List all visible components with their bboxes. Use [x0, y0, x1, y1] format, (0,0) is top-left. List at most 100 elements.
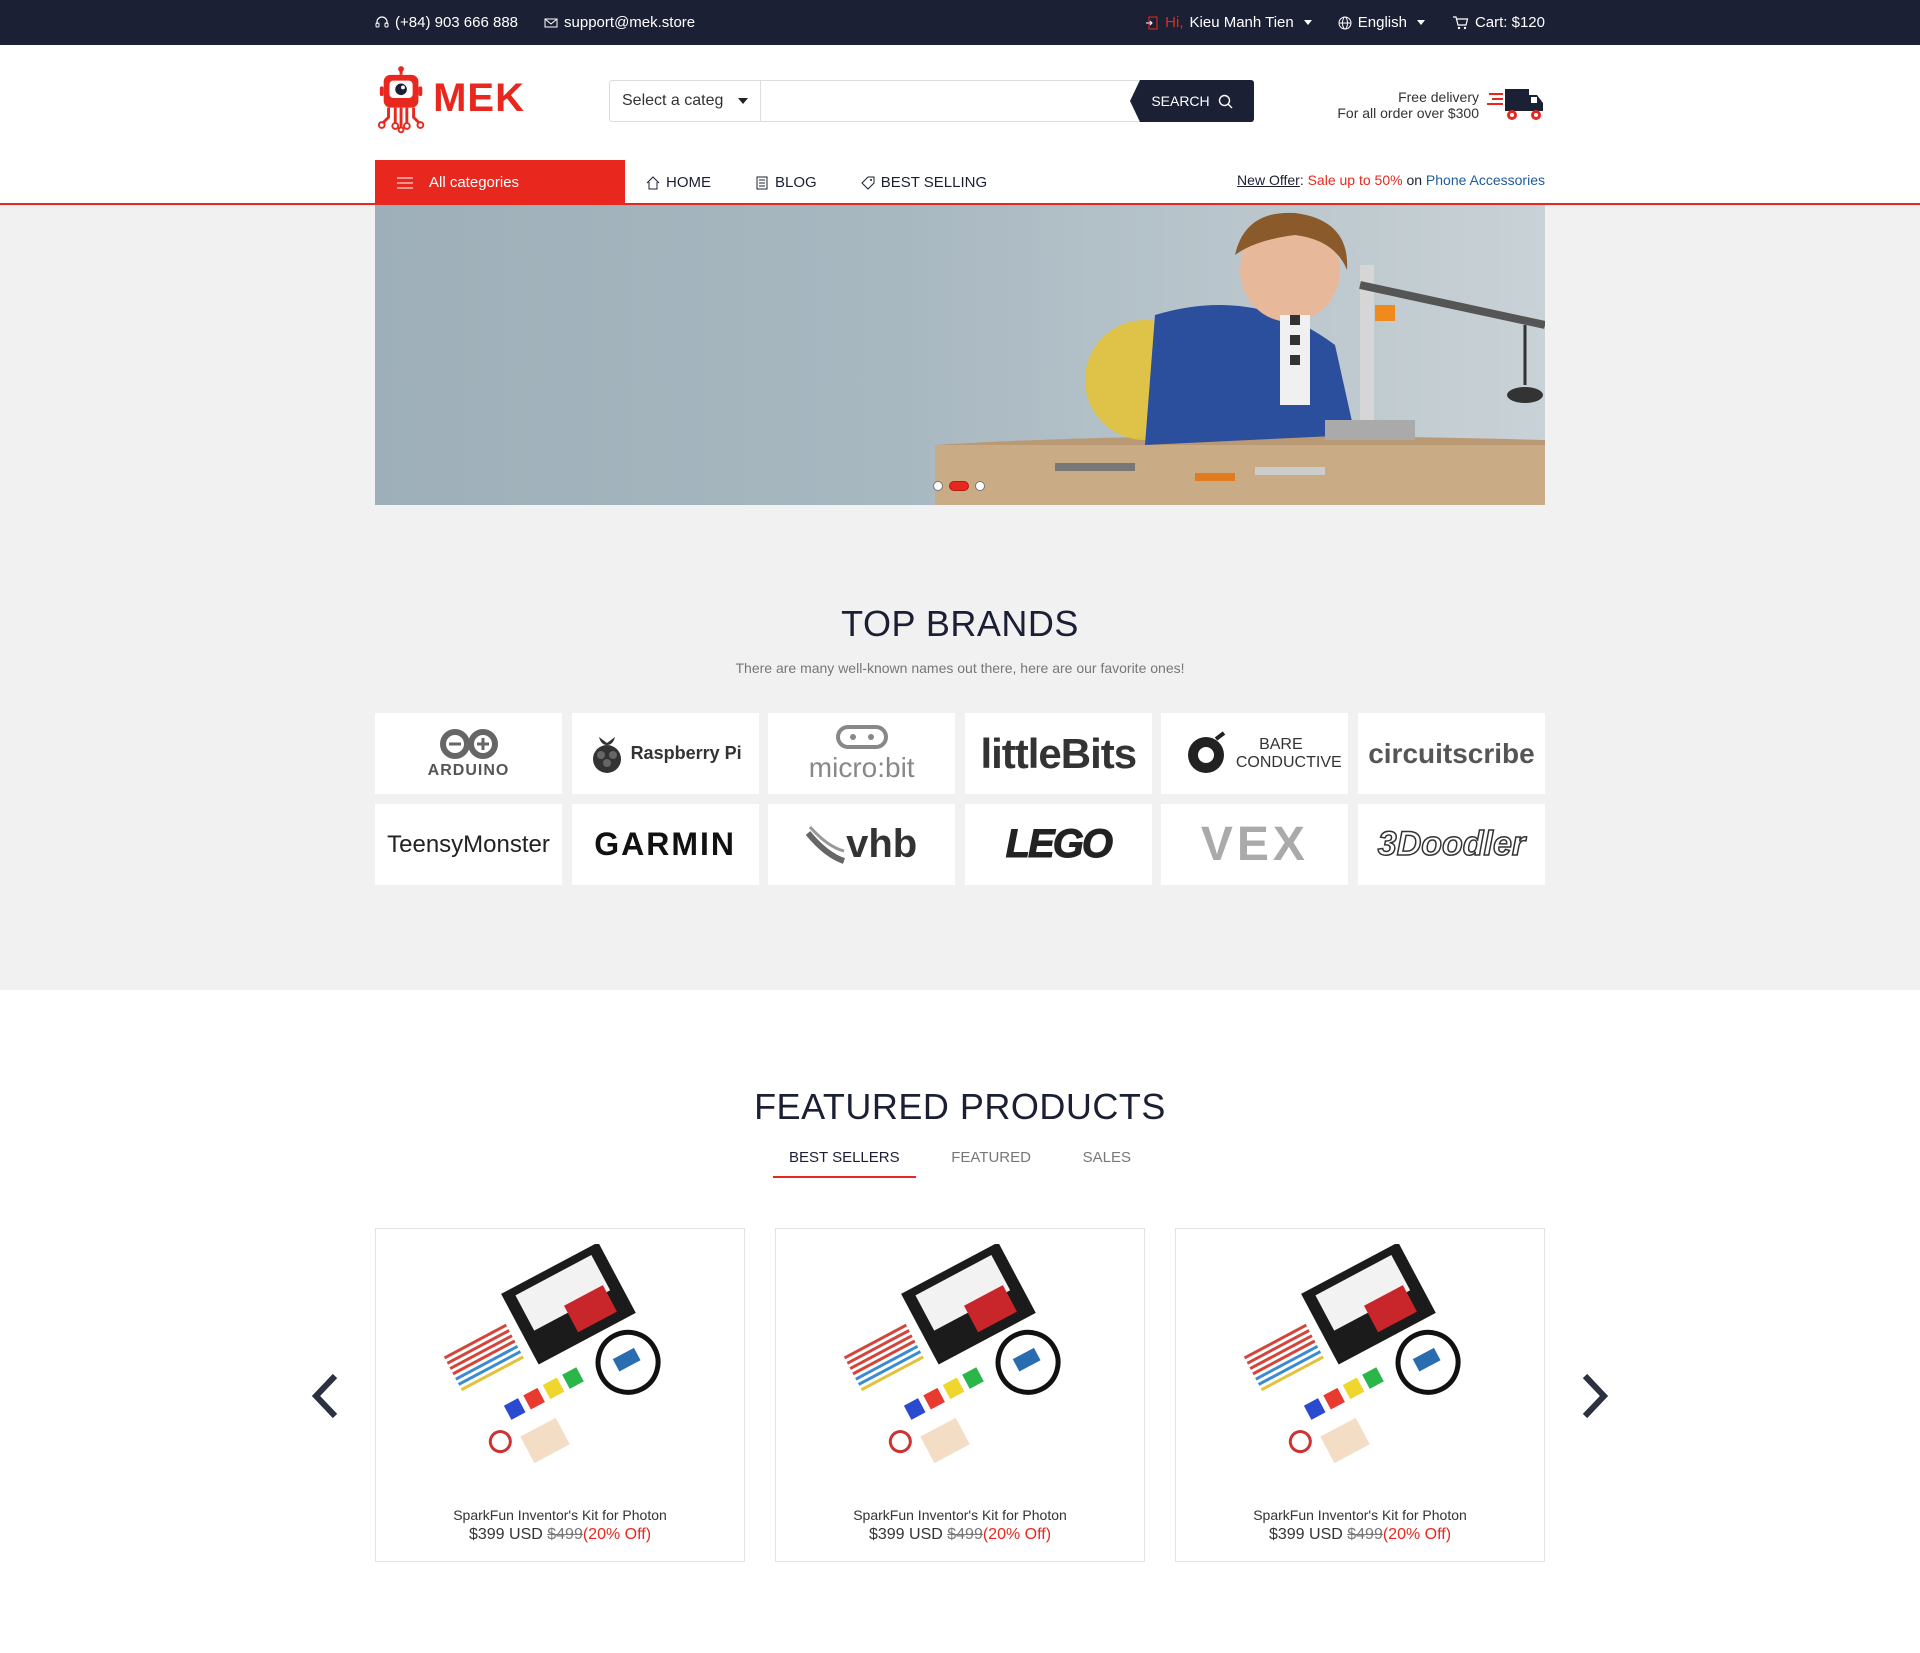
brand-label: littleBits — [980, 729, 1137, 777]
brand-bare-conductive[interactable]: BARE CONDUCTIVE — [1161, 713, 1349, 794]
blog-icon — [756, 176, 768, 189]
brand-teensymonster[interactable]: TeensyMonster — [375, 804, 562, 885]
brand-vhb[interactable]: vhb — [768, 804, 956, 885]
email-address: support@mek.store — [564, 14, 696, 31]
offer-sale: Sale up to 50% — [1307, 172, 1403, 188]
brand-label: micro:bit — [808, 751, 915, 783]
search-button-label: SEARCH — [1151, 93, 1210, 109]
category-select[interactable]: Select a categ — [610, 81, 761, 121]
product-image — [443, 1244, 661, 1464]
arduino-logo-icon — [439, 728, 498, 759]
free-delivery-promo: Free delivery For all order over $300 — [1330, 83, 1545, 127]
product-tabs: BEST SELLERS FEATURED SALES — [773, 1148, 1147, 1178]
email-contact[interactable]: support@mek.store — [544, 14, 695, 31]
top-brands-title: TOP BRANDS — [841, 603, 1079, 644]
phone-contact[interactable]: (+84) 903 666 888 — [375, 14, 518, 31]
hero-slider[interactable] — [375, 205, 1545, 505]
product-card[interactable]: SparkFun Inventor's Kit for Photon $399 … — [1175, 1228, 1545, 1562]
vhb-swoosh-icon — [806, 825, 846, 864]
brand-raspberry-pi[interactable]: Raspberry Pi — [571, 713, 759, 794]
carousel-prev-button[interactable] — [305, 1368, 345, 1424]
raspberry-logo-icon — [592, 736, 621, 773]
brand-3doodler[interactable]: 3Doodler — [1357, 804, 1545, 885]
price-current: $399 USD — [1268, 1526, 1343, 1543]
slider-dot-active[interactable] — [949, 481, 969, 491]
cart-link[interactable]: Cart: $120 — [1451, 14, 1545, 31]
price-current: $399 USD — [868, 1526, 943, 1543]
brand-littlebits[interactable]: littleBits — [964, 713, 1152, 794]
slider-dots — [933, 481, 985, 491]
globe-icon — [1338, 16, 1352, 29]
all-categories-label: All categories — [429, 174, 520, 191]
delivery-truck-icon — [1487, 89, 1543, 120]
tab-featured[interactable]: FEATURED — [935, 1148, 1047, 1178]
robot-logo-icon — [377, 66, 425, 134]
new-offer-banner[interactable]: New Offer: Sale up to 50% on Phone Acces… — [1237, 172, 1545, 188]
product-price: $399 USD $499(20% Off) — [1176, 1526, 1544, 1544]
bare-logo-icon — [1187, 730, 1226, 773]
price-old: $499 — [947, 1526, 983, 1543]
brand-label: circuitscribe — [1368, 737, 1535, 769]
brand-arduino[interactable]: ARDUINO — [375, 713, 562, 794]
nav-best-selling[interactable]: BEST SELLING — [860, 174, 987, 191]
phone-number: (+84) 903 666 888 — [395, 14, 519, 31]
greeting: Hi, — [1165, 14, 1184, 31]
slider-dot[interactable] — [975, 481, 985, 491]
product-image — [1243, 1244, 1461, 1464]
user-name: Kieu Manh Tien — [1189, 14, 1294, 31]
category-select-value: Select a categ — [622, 92, 724, 109]
offer-label: New Offer — [1237, 172, 1300, 188]
nav-home[interactable]: HOME — [646, 174, 711, 191]
tab-sales[interactable]: SALES — [1067, 1148, 1147, 1178]
brand-label: GARMIN — [594, 826, 736, 862]
brands-section: TOP BRANDS There are many well-known nam… — [0, 205, 1920, 990]
brand-label: VEX — [1200, 818, 1309, 871]
offer-on: on — [1406, 172, 1423, 188]
search-icon — [1218, 94, 1233, 108]
search-input[interactable] — [761, 81, 1130, 121]
language-label: English — [1357, 14, 1407, 31]
brand-vex[interactable]: VEX — [1161, 804, 1349, 885]
delivery-line-1: Free delivery — [1398, 89, 1479, 105]
chevron-right-icon — [1582, 1373, 1609, 1419]
product-price: $399 USD $499(20% Off) — [776, 1526, 1144, 1544]
offer-category-link[interactable]: Phone Accessories — [1426, 172, 1545, 188]
product-card[interactable]: SparkFun Inventor's Kit for Photon $399 … — [375, 1228, 745, 1562]
carousel-next-button[interactable] — [1575, 1368, 1615, 1424]
cart-icon — [1452, 15, 1469, 29]
dropdown-caret-icon — [738, 98, 748, 104]
brand-microbit[interactable]: micro:bit — [768, 713, 956, 794]
site-logo[interactable]: MEK — [375, 62, 525, 134]
product-card[interactable]: SparkFun Inventor's Kit for Photon $399 … — [775, 1228, 1145, 1562]
hero-image — [935, 212, 1545, 505]
chevron-down-icon — [1416, 20, 1425, 25]
slider-dot[interactable] — [933, 481, 943, 491]
brand-label: ARDUINO — [427, 761, 510, 779]
brand-grid: ARDUINO Raspberry Pi micro:bit littleBit… — [375, 713, 1545, 885]
nav-home-label: HOME — [666, 174, 711, 191]
logo-text: MEK — [433, 75, 525, 120]
all-categories-button[interactable]: All categories — [375, 160, 625, 205]
product-name[interactable]: SparkFun Inventor's Kit for Photon — [376, 1507, 744, 1523]
price-discount: (20% Off) — [982, 1526, 1052, 1543]
top-bar: (+84) 903 666 888 support@mek.store Hi, … — [0, 0, 1920, 45]
product-name[interactable]: SparkFun Inventor's Kit for Photon — [776, 1507, 1144, 1523]
nav-blog[interactable]: BLOG — [755, 174, 817, 191]
price-discount: (20% Off) — [1382, 1526, 1452, 1543]
brand-label: TeensyMonster — [387, 830, 550, 858]
home-icon — [646, 175, 660, 189]
nav-blog-label: BLOG — [775, 174, 817, 191]
tab-best-sellers[interactable]: BEST SELLERS — [773, 1148, 916, 1178]
brand-garmin[interactable]: GARMIN — [571, 804, 759, 885]
login-icon — [1146, 16, 1158, 29]
account-menu[interactable]: Hi, Kieu Manh Tien — [1145, 14, 1312, 31]
search-button[interactable]: SEARCH — [1130, 80, 1254, 122]
product-carousel: SparkFun Inventor's Kit for Photon $399 … — [375, 1228, 1545, 1562]
brand-label: BARE CONDUCTIVE — [1235, 735, 1342, 771]
brand-circuitscribe[interactable]: circuitscribe — [1357, 713, 1545, 794]
delivery-line-2: For all order over $300 — [1337, 105, 1479, 121]
language-selector[interactable]: English — [1338, 14, 1425, 31]
brand-lego[interactable]: LEGO — [964, 804, 1152, 885]
product-name[interactable]: SparkFun Inventor's Kit for Photon — [1176, 1507, 1544, 1523]
featured-products-title: FEATURED PRODUCTS — [754, 1086, 1166, 1127]
